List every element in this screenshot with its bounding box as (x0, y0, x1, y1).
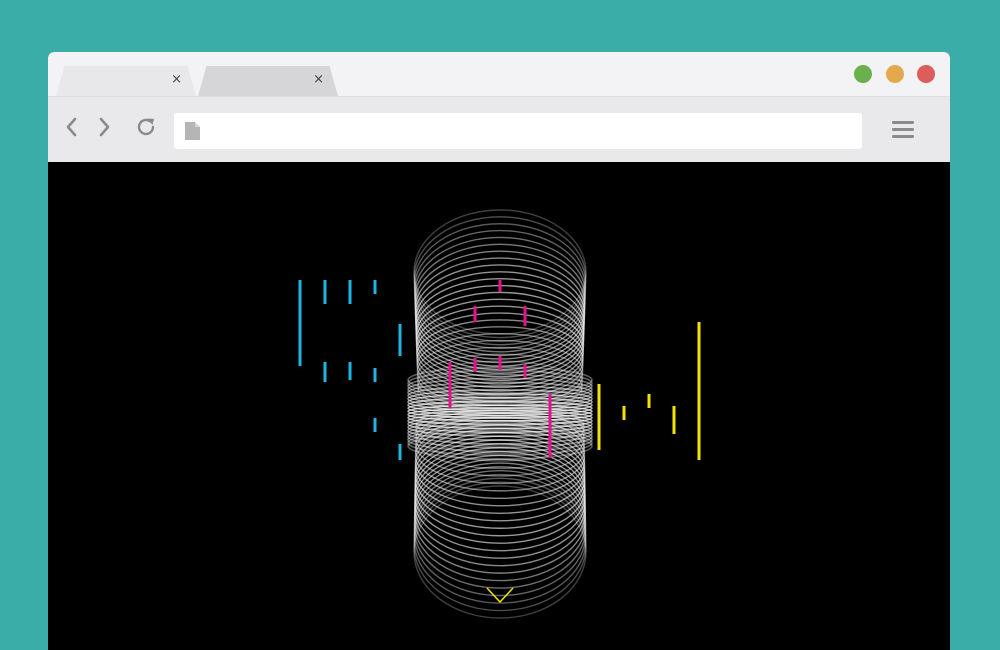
slinky-ring (413, 477, 587, 604)
slinky-ring (414, 250, 586, 357)
address-bar[interactable] (174, 113, 862, 149)
toolbar (48, 97, 950, 162)
browser-window: × × (48, 52, 950, 650)
slinky-ring (414, 443, 586, 537)
reload-icon[interactable] (134, 115, 158, 139)
tab-2-close-button[interactable]: × (313, 73, 324, 87)
slinky-ring (413, 462, 587, 574)
tab-2[interactable]: × (198, 66, 338, 96)
chevron-left-icon[interactable] (60, 115, 84, 139)
page-content (48, 162, 950, 650)
minimize-button[interactable] (886, 65, 904, 83)
chevron-right-icon[interactable] (92, 115, 116, 139)
tab-1-close-button[interactable]: × (171, 73, 182, 87)
page-icon (185, 122, 200, 140)
close-window-button[interactable] (917, 65, 935, 83)
slinky-graphic (298, 209, 701, 619)
tab-1[interactable]: × (56, 66, 196, 96)
tab-bar: × × (48, 52, 950, 97)
slinky-rings (407, 209, 593, 619)
maximize-button[interactable] (854, 65, 872, 83)
hamburger-menu-icon[interactable] (891, 119, 915, 139)
